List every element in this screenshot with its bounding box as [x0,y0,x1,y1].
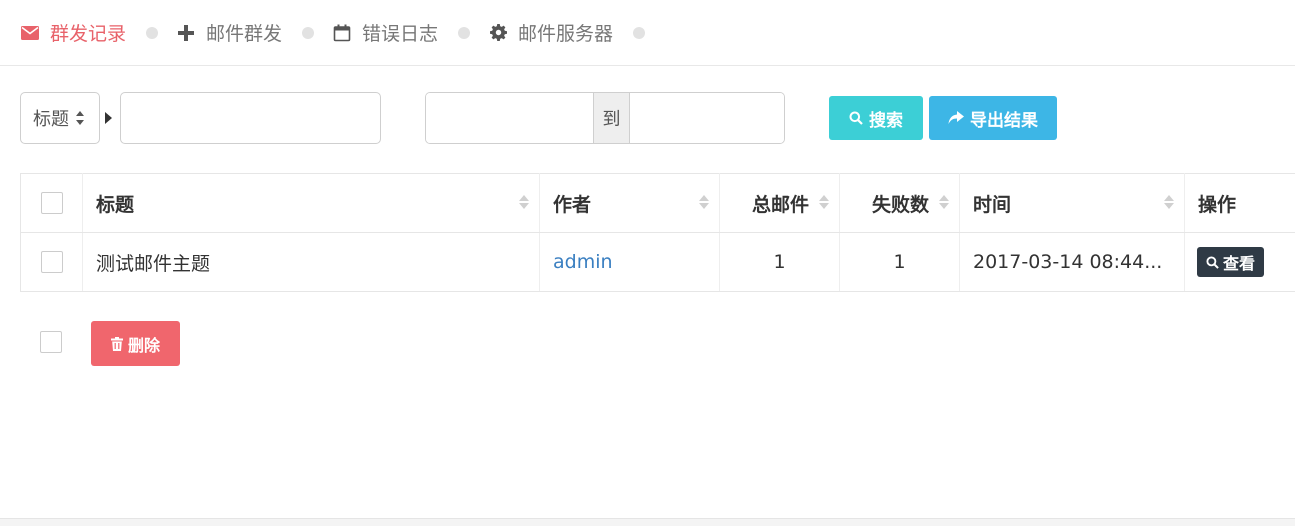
export-button[interactable]: 导出结果 [929,96,1057,140]
author-link[interactable]: admin [553,251,613,273]
select-all-cell [20,173,83,233]
nav-item-label: 邮件服务器 [518,23,614,45]
select-all-checkbox[interactable] [40,192,63,214]
sort-icon [939,195,949,209]
column-header-label: 总邮件 [751,193,809,216]
footer-divider [0,518,1295,526]
column-header-label: 操作 [1198,193,1237,216]
table-row: 测试邮件主题 admin 1 1 2017-03-14 08:44... 查看 [20,232,1295,292]
nav-item-mass-mail[interactable]: 邮件群发 [176,19,282,46]
column-header-title[interactable]: 标题 [82,173,540,233]
sort-icon [699,195,709,209]
search-button-label: 搜索 [869,110,903,131]
column-header-time[interactable]: 时间 [959,173,1185,233]
calendar-icon [332,23,352,43]
column-header-failed[interactable]: 失败数 [839,173,960,233]
view-button[interactable]: 查看 [1197,247,1265,277]
nav-item-label: 错误日志 [362,23,439,45]
row-select-cell [20,232,83,292]
cell-author: admin [539,232,720,292]
nav-separator-dot [302,26,315,39]
search-field-value: 标题 [33,109,69,130]
gear-icon [488,23,508,43]
search-button[interactable]: 搜索 [829,96,923,140]
caret-right-icon [105,112,112,124]
cell-action: 查看 [1184,232,1295,292]
column-header-action: 操作 [1184,173,1295,233]
nav-item-label: 邮件群发 [206,23,283,45]
share-arrow-icon [948,111,964,125]
range-end-input[interactable] [630,93,784,143]
column-header-author[interactable]: 作者 [539,173,720,233]
delete-button-label: 删除 [127,335,160,355]
column-header-label: 作者 [553,193,592,216]
nav-item-send-records[interactable]: 群发记录 [20,19,126,46]
nav-item-label: 群发记录 [50,23,127,45]
range-to-label: 到 [593,93,630,143]
nav-separator-dot [633,26,646,39]
search-keyword-input[interactable] [120,92,381,144]
nav-separator-dot [458,26,471,39]
search-bar: 标题 到 搜索 导出结果 [20,92,1280,144]
search-field-select[interactable]: 标题 [20,92,100,144]
search-icon [849,111,863,125]
column-header-total[interactable]: 总邮件 [719,173,840,233]
sort-icon [819,195,829,209]
row-checkbox[interactable] [40,251,63,273]
nav-separator-dot [146,26,159,39]
cell-title: 测试邮件主题 [82,232,540,292]
sort-icon [1164,195,1174,209]
bulk-select-checkbox[interactable] [40,331,62,353]
trash-icon [110,336,123,351]
delete-button[interactable]: 删除 [91,321,180,366]
column-header-label: 失败数 [871,193,929,216]
records-table: 标题 作者 总邮件 失败数 时间 操作 测试邮件主题 admin 1 1 201… [20,173,1295,292]
nav-item-mail-server[interactable]: 邮件服务器 [488,19,613,46]
cell-failed: 1 [839,232,960,292]
sort-icon [519,195,529,209]
range-start-input[interactable] [426,93,593,143]
plus-icon [176,23,196,43]
view-button-label: 查看 [1223,254,1256,273]
search-icon [1206,255,1219,269]
top-nav: 群发记录 邮件群发 错误日志 邮件服务器 [0,0,1295,66]
envelope-icon [20,23,40,43]
nav-item-error-log[interactable]: 错误日志 [332,19,438,46]
cell-time: 2017-03-14 08:44... [959,232,1185,292]
select-arrows-icon [75,110,85,126]
column-header-label: 标题 [96,193,135,216]
cell-total: 1 [719,232,840,292]
date-range-group: 到 [425,92,785,144]
export-button-label: 导出结果 [970,110,1038,131]
column-header-label: 时间 [973,193,1012,216]
table-header-row: 标题 作者 总邮件 失败数 时间 操作 [20,173,1295,233]
